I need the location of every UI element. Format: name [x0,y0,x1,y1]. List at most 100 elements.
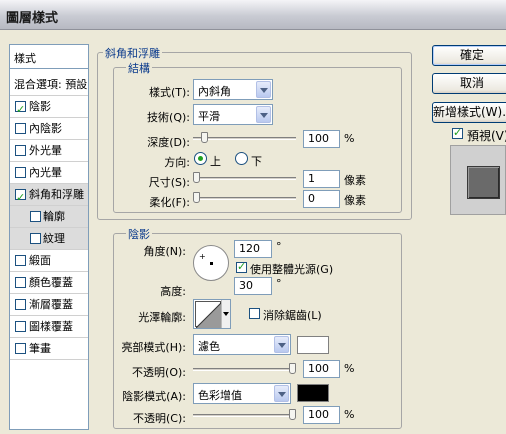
chevron-down-icon [256,106,271,123]
style-list-item[interactable]: 內光暈 [10,162,88,184]
shadow-mode-select[interactable]: 色彩增值 [193,383,291,404]
style-list-checkbox[interactable] [30,233,41,244]
style-list-item[interactable]: 斜角和浮雕 [10,184,88,208]
soften-slider-track[interactable] [193,197,296,200]
soften-field[interactable]: 0 [303,190,340,208]
style-label: 樣式(T): [148,86,190,99]
direction-up-radio[interactable] [194,152,207,165]
style-list-item[interactable]: 緞面 [10,250,88,272]
style-list-item[interactable]: 外光暈 [10,140,88,162]
preview-label[interactable]: 預視(V) [467,127,506,144]
angle-dial[interactable]: + [193,245,229,281]
title-bar: 圖層樣式 [0,0,506,30]
soften-unit: 像素 [344,194,366,207]
style-list-item-label: 輪廓 [43,210,65,223]
style-list-checkbox[interactable] [15,123,26,134]
highlight-mode-label: 亮部模式(H): [121,341,186,354]
style-list-checkbox[interactable] [15,255,26,266]
dial-center-dot [210,262,213,265]
style-list-item[interactable]: 漸層覆蓋 [10,294,88,316]
bevel-emboss-title: 斜角和浮雕 [103,45,162,61]
ok-button[interactable]: 確定 [432,45,506,66]
bevel-style-select[interactable]: 內斜角 [193,79,273,100]
gloss-contour-picker[interactable] [193,299,231,329]
depth-field[interactable]: 100 [303,130,340,148]
style-list-checkbox[interactable] [15,277,26,288]
antialias-checkbox[interactable] [249,308,260,319]
size-unit: 像素 [344,174,366,187]
altitude-field[interactable]: 30 [234,277,272,295]
style-list-item[interactable]: 內陰影 [10,118,88,140]
style-list: 樣式 混合選項: 預設 陰影內陰影外光暈內光暈斜角和浮雕輪廓紋理緞面顏色覆蓋漸層… [9,44,89,430]
highlight-mode-value: 濾色 [198,340,220,353]
size-slider-thumb[interactable] [193,172,200,183]
global-light-checkbox[interactable] [236,260,247,273]
highlight-mode-select[interactable]: 濾色 [193,334,291,355]
style-list-checkbox[interactable] [15,299,26,310]
shadow-color-swatch[interactable] [297,384,329,402]
shading-title: 陰影 [126,226,152,242]
style-list-checkbox[interactable] [15,99,26,120]
size-field[interactable]: 1 [303,170,340,188]
window-title: 圖層樣式 [6,11,59,26]
style-list-checkbox[interactable] [15,321,26,332]
style-list-checkbox[interactable] [30,211,41,222]
soften-label: 柔化(F): [149,196,190,209]
shadow-mode-value: 色彩增值 [198,389,242,402]
shadow-opacity-track[interactable] [193,414,296,417]
style-list-item[interactable]: 圖樣覆蓋 [10,316,88,338]
highlight-opacity-unit: % [344,362,355,375]
bevel-style-value: 內斜角 [198,85,231,98]
direction-up-label: 上 [210,155,221,168]
style-list-item[interactable]: 輪廓 [10,206,88,228]
global-light-label[interactable]: 使用整體光源(G) [250,261,333,277]
technique-label: 技術(Q): [147,111,190,124]
style-list-header-label: 樣式 [14,52,36,65]
style-list-item-label: 緞面 [29,254,51,267]
depth-slider-track[interactable] [193,137,296,140]
shadow-opacity-field[interactable]: 100 [303,406,340,424]
style-list-item[interactable]: 筆畫 [10,338,88,360]
shadow-opacity-thumb[interactable] [289,409,296,420]
crosshair-icon: + [199,252,206,261]
style-list-item-label: 紋理 [43,232,65,245]
blend-options-label: 混合選項: 預設 [14,78,88,91]
structure-title: 結構 [126,60,152,76]
antialias-label[interactable]: 消除鋸齒(L) [263,307,322,323]
size-slider-track[interactable] [193,177,296,180]
style-list-item[interactable]: 顏色覆蓋 [10,272,88,294]
shadow-opacity-label: 不透明(C): [133,412,186,425]
highlight-opacity-track[interactable] [193,368,296,371]
style-list-item[interactable]: 紋理 [10,228,88,250]
shadow-opacity-unit: % [344,408,355,421]
blend-options-item[interactable]: 混合選項: 預設 [10,74,88,96]
style-list-item-label: 圖樣覆蓋 [29,320,73,333]
contour-curve-icon [195,301,223,329]
style-list-item[interactable]: 陰影 [10,96,88,120]
depth-slider-thumb[interactable] [201,132,208,143]
highlight-opacity-field[interactable]: 100 [303,360,340,378]
highlight-opacity-thumb[interactable] [289,363,296,374]
cancel-button[interactable]: 取消 [432,73,506,94]
angle-label: 角度(N): [143,245,186,258]
style-list-checkbox[interactable] [15,167,26,178]
angle-unit: ° [276,240,282,253]
style-list-checkbox[interactable] [15,145,26,156]
style-list-item-label: 筆畫 [29,342,51,355]
highlight-color-swatch[interactable] [297,336,329,354]
style-list-checkbox[interactable] [15,187,26,208]
style-list-item-label: 內光暈 [29,166,62,179]
style-list-checkbox[interactable] [15,343,26,354]
direction-label: 方向: [164,156,190,169]
technique-value: 平滑 [198,110,220,123]
new-style-button[interactable]: 新增樣式(W)... [432,102,506,123]
direction-down-radio[interactable] [235,152,248,165]
style-list-item-label: 陰影 [29,100,51,113]
preview-checkbox[interactable] [452,126,463,139]
altitude-unit: ° [276,277,282,290]
angle-field[interactable]: 120 [234,240,272,258]
preview-thumbnail [467,166,500,199]
technique-select[interactable]: 平滑 [193,104,273,125]
soften-slider-thumb[interactable] [193,192,200,203]
style-list-header[interactable]: 樣式 [10,45,88,69]
